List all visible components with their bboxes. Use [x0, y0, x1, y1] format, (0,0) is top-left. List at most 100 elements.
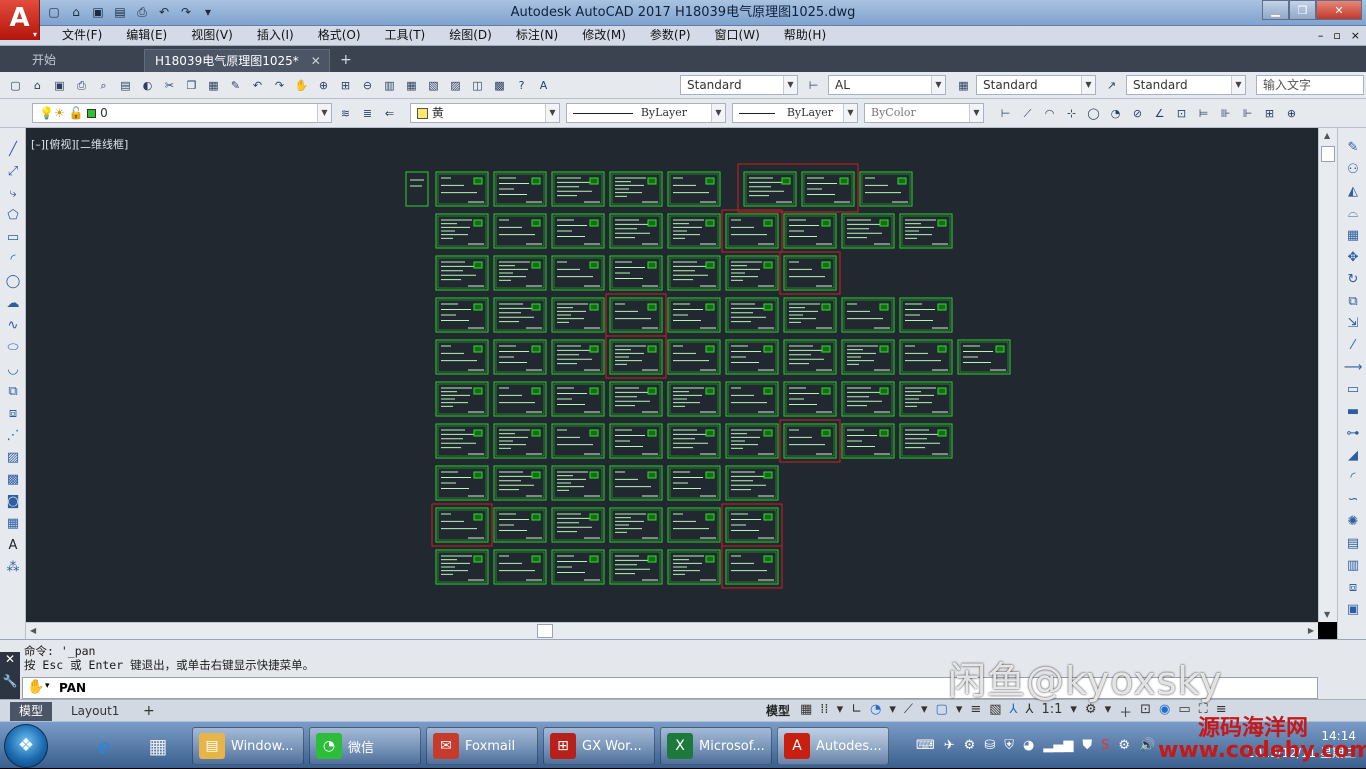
linetype-select[interactable]: ByLayer ▼	[566, 103, 726, 123]
annotation-visibility-icon[interactable]: ⅄	[1026, 702, 1034, 721]
drawing-sheet[interactable]	[493, 381, 547, 417]
join-icon[interactable]: ⊶	[1344, 424, 1362, 442]
chevron-down-icon[interactable]: ▾	[1070, 702, 1077, 721]
drawing-sheet[interactable]	[551, 171, 605, 207]
drawing-sheet[interactable]	[609, 465, 663, 501]
menu-insert[interactable]: 插入(I)	[245, 26, 306, 46]
drawing-sheet[interactable]	[783, 213, 837, 249]
dim-radius-icon[interactable]: ◯	[1084, 104, 1103, 123]
model-space-button[interactable]: 模型	[766, 702, 790, 720]
drawing-sheet[interactable]	[725, 465, 779, 501]
move-icon[interactable]: ✥	[1344, 248, 1362, 266]
spline-icon[interactable]: ∿	[4, 316, 22, 334]
dim-ordinate-icon[interactable]: ⊹	[1062, 104, 1081, 123]
offset-icon[interactable]: ⌓	[1344, 204, 1362, 222]
rotate-icon[interactable]: ↻	[1344, 270, 1362, 288]
tab-document[interactable]: H18039电气原理图1025* ✕	[144, 49, 330, 72]
layer-icon[interactable]: ▥	[1344, 556, 1362, 574]
drawing-sheet[interactable]	[667, 423, 721, 459]
drawing-sheet[interactable]	[609, 549, 663, 585]
construction-line-icon[interactable]: ⤢	[4, 162, 22, 180]
hardware-accel-icon[interactable]: ▭	[1178, 702, 1190, 721]
vertical-scrollbar[interactable]: ▲ ▼	[1318, 128, 1337, 622]
break-icon[interactable]: ▬	[1344, 402, 1362, 420]
group-icon[interactable]: ▣	[1344, 600, 1362, 618]
horizontal-scrollbar[interactable]: ◀ ▶	[26, 622, 1318, 639]
drawing-sheet[interactable]	[667, 465, 721, 501]
zoom-previous-icon[interactable]: ⊖	[358, 76, 377, 95]
new-icon[interactable]: ▢	[44, 3, 64, 21]
annotation-scale-value[interactable]: 1:1	[1041, 702, 1062, 721]
scroll-down-icon[interactable]: ▼	[1324, 610, 1330, 619]
drawing-sheet[interactable]	[493, 465, 547, 501]
settings-icon[interactable]: ⚙	[1118, 738, 1130, 753]
drawing-sheet[interactable]	[493, 171, 547, 207]
layer-previous-icon[interactable]: ⇐	[380, 104, 399, 123]
drawing-sheet[interactable]	[551, 339, 605, 375]
drawing-sheet[interactable]	[435, 423, 489, 459]
3dprint-icon[interactable]: ◐	[138, 76, 157, 95]
customize-icon[interactable]: ≡	[1216, 702, 1227, 721]
drawing-sheet[interactable]	[609, 171, 663, 207]
task-gxworks[interactable]: ⊞ GX Wor...	[543, 727, 655, 765]
task-explorer[interactable]: ▤ Window...	[192, 727, 304, 765]
doc-minimize-button[interactable]: –	[1318, 26, 1324, 45]
drawing-sheet[interactable]	[609, 423, 663, 459]
drawing-sheet[interactable]	[899, 381, 953, 417]
multileader-style-icon[interactable]: ↗	[1102, 76, 1121, 95]
drawing-sheet[interactable]	[605, 335, 667, 379]
drawing-sheet[interactable]	[493, 213, 547, 249]
chamfer-icon[interactable]: ◢	[1344, 446, 1362, 464]
drawing-sheet[interactable]	[783, 339, 837, 375]
drawing-sheet[interactable]	[667, 381, 721, 417]
menu-dimension[interactable]: 标注(N)	[504, 26, 570, 46]
drawing-sheet[interactable]	[435, 465, 489, 501]
redo-icon[interactable]: ↷	[270, 76, 289, 95]
table-style-select[interactable]: Standard ▼	[976, 75, 1096, 95]
make-current-icon[interactable]: ≣	[358, 104, 377, 123]
polygon-icon[interactable]: ⬠	[4, 206, 22, 224]
isolate-icon[interactable]: ◉	[1159, 702, 1170, 721]
tab-layout1[interactable]: Layout1	[62, 702, 128, 721]
designcenter-icon[interactable]: ▦	[402, 76, 421, 95]
drawing-sheet[interactable]	[743, 171, 797, 207]
text-style-icon[interactable]: A	[534, 76, 553, 95]
drawing-sheet[interactable]	[841, 297, 895, 333]
doc-restore-button[interactable]: ▫	[1333, 26, 1340, 45]
drawing-canvas[interactable]: [–][俯视][二维线框]	[26, 128, 1318, 622]
text-input-field[interactable]: 输入文字	[1256, 75, 1364, 95]
lineweight-select[interactable]: ByLayer ▼	[732, 103, 858, 123]
drawing-sheet[interactable]	[801, 171, 855, 207]
drawing-sheet[interactable]	[859, 171, 913, 207]
drawing-sheet[interactable]	[841, 423, 895, 459]
drawing-sheet[interactable]	[899, 339, 953, 375]
break-point-icon[interactable]: ▭	[1344, 380, 1362, 398]
drawing-sheet[interactable]	[725, 423, 779, 459]
drawing-sheet[interactable]	[841, 213, 895, 249]
task-wechat[interactable]: ◔ 微信	[309, 727, 421, 765]
drawing-sheet[interactable]	[609, 255, 663, 291]
quick-dim-icon[interactable]: ⊡	[1172, 104, 1191, 123]
plot-icon[interactable]: ⎙	[72, 76, 91, 95]
minimize-button[interactable]: ▁	[1262, 0, 1289, 20]
scroll-up-icon[interactable]: ▲	[1324, 131, 1330, 140]
osnap-icon[interactable]: ▢	[936, 702, 948, 721]
paste-icon[interactable]: ▦	[204, 76, 223, 95]
tab-model[interactable]: 模型	[10, 702, 53, 721]
markup-icon[interactable]: ◫	[468, 76, 487, 95]
drawing-sheet[interactable]	[667, 297, 721, 333]
dim-angular-icon[interactable]: ∠	[1150, 104, 1169, 123]
mirror-icon[interactable]: ◭	[1344, 182, 1362, 200]
drawing-sheet[interactable]	[721, 545, 783, 589]
save-icon[interactable]: ▣	[88, 3, 108, 21]
dim-continue-icon[interactable]: ⊪	[1216, 104, 1235, 123]
gear-icon[interactable]: ⚙	[964, 738, 976, 753]
drawing-sheet[interactable]	[841, 339, 895, 375]
drawing-sheet[interactable]	[725, 339, 779, 375]
dim-space-icon[interactable]: ⊩	[1238, 104, 1257, 123]
new-tab-button[interactable]: +	[330, 49, 362, 72]
volume-icon[interactable]: 🔊	[1139, 738, 1155, 753]
network-icon[interactable]: ⛁	[984, 738, 995, 753]
chevron-down-icon[interactable]: ▾	[956, 702, 963, 721]
drawing-sheet[interactable]	[435, 381, 489, 417]
